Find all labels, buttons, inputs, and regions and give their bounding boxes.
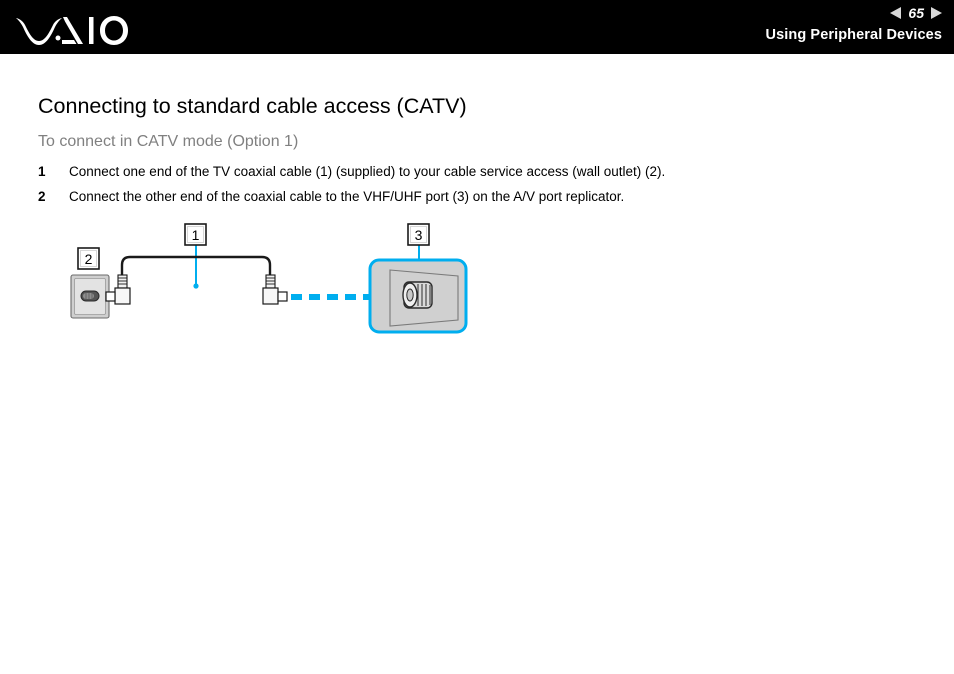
step-text: Connect one end of the TV coaxial cable … (69, 164, 666, 179)
vaio-logo (14, 8, 132, 48)
page-subtitle: To connect in CATV mode (Option 1) (38, 133, 299, 150)
callout-2-label: 2 (85, 251, 93, 267)
wall-outlet-plate (70, 274, 110, 319)
callout-1-label: 1 (192, 227, 200, 243)
step-number: 1 (38, 164, 46, 179)
page-number: 65 (908, 5, 924, 21)
vhf-uhf-port (402, 281, 433, 309)
callout-3: 3 (407, 223, 430, 246)
triangle-right-icon[interactable] (931, 7, 942, 19)
callout-1-leader-dot (193, 283, 199, 289)
catv-connection-diagram: 1 3 2 (38, 212, 508, 337)
section-title: Using Peripheral Devices (765, 27, 942, 43)
callout-2: 2 (77, 247, 100, 270)
coax-connector-right (262, 274, 288, 305)
pager: 65 (766, 4, 942, 22)
step-number: 2 (38, 189, 46, 204)
list-item: 2 Connect the other end of the coaxial c… (38, 187, 918, 207)
callout-3-label: 3 (415, 227, 423, 243)
header-right-block: 65 Using Peripheral Devices (766, 4, 942, 43)
triangle-left-icon[interactable] (890, 7, 902, 19)
av-port-replicator (368, 258, 468, 334)
step-text: Connect the other end of the coaxial cab… (69, 189, 625, 204)
list-item: 1 Connect one end of the TV coaxial cabl… (38, 162, 918, 182)
callout-1: 1 (184, 223, 207, 246)
page-header: 65 Using Peripheral Devices (0, 0, 954, 54)
coax-connector-left (105, 274, 131, 305)
page-title: Connecting to standard cable access (CAT… (38, 94, 467, 118)
instruction-steps: 1 Connect one end of the TV coaxial cabl… (38, 162, 918, 212)
